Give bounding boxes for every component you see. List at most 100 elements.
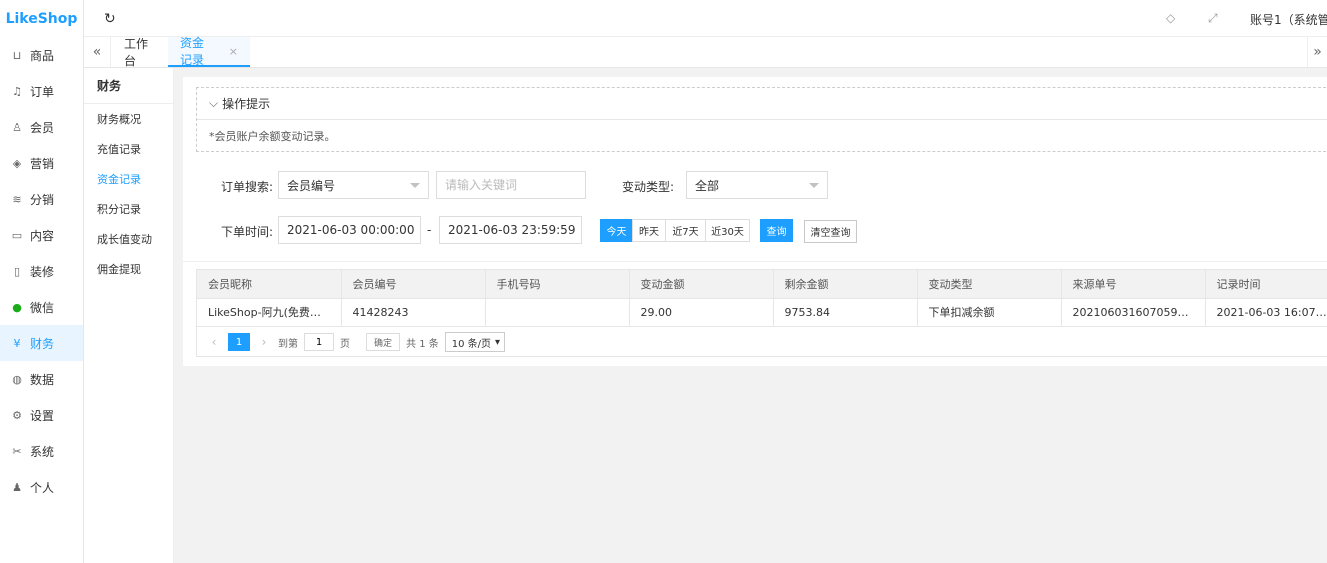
start-time-input[interactable] — [278, 216, 421, 244]
fullscreen-icon[interactable]: ⤢ — [1208, 11, 1218, 26]
nav-item[interactable]: ● 微信 — [0, 289, 83, 325]
nav-item[interactable]: ⚙ 设置 — [0, 397, 83, 433]
column-header: 记录时间 — [1205, 270, 1327, 299]
main-sidebar: LikeShop ⊔ 商品 ♫ 订单 ♙ 会员 ◈ 营销 ≋ 分销 ▭ 内容 ▯ 装修 ● 微信 ¥ 财务 ◍ 数据 ⚙… — [0, 0, 84, 563]
submenu-item[interactable]: 充值记录 — [84, 134, 173, 164]
page-size-select[interactable]: 10 条/页 ▾ — [444, 332, 506, 352]
nav-item[interactable]: ✂ 系统 — [0, 433, 83, 469]
table-cell — [485, 298, 630, 327]
chevron-down-icon: ▾ — [495, 336, 501, 348]
box-icon: ◈ — [12, 156, 22, 170]
gear-icon: ⚙ — [12, 408, 22, 422]
column-header: 剩余金额 — [773, 270, 918, 299]
account-menu[interactable]: 账号1（系统管理 — [1250, 11, 1327, 28]
tab-label: 资金记录 — [180, 36, 205, 67]
nav-item[interactable]: ♟ 个人 — [0, 469, 83, 505]
submenu-item[interactable]: 财务概况 — [84, 104, 173, 134]
app-root: LikeShop ⊔ 商品 ♫ 订单 ♙ 会员 ◈ 营销 ≋ 分销 ▭ 内容 ▯ 装修 ● 微信 ¥ 财务 ◍ 数据 ⚙… — [0, 0, 1327, 563]
quick-7days-button[interactable]: 近7天 — [665, 219, 706, 242]
nav-item-label: 设置 — [30, 408, 55, 423]
refresh-icon[interactable]: ↻ — [104, 11, 118, 27]
goto-confirm-button[interactable]: 确定 — [366, 333, 401, 351]
query-button[interactable]: 查询 — [760, 219, 793, 242]
nav-item-label: 财务 — [30, 336, 55, 351]
page-size-value: 10 条/页 — [451, 338, 492, 350]
change-type-value: 全部 — [695, 178, 720, 193]
change-type-select[interactable]: 全部 — [686, 171, 828, 199]
tab-workbench[interactable]: 工作台 — [112, 37, 168, 68]
nav-item[interactable]: ◈ 营销 — [0, 145, 83, 181]
user-icon: ♙ — [12, 120, 22, 134]
submenu-list: 财务概况 充值记录 资金记录 积分记录 成长值变动 佣金提现 — [84, 104, 173, 284]
page-number[interactable]: 1 — [228, 333, 250, 351]
table-cell: 29.00 — [629, 298, 774, 327]
nav-item[interactable]: ≋ 分销 — [0, 181, 83, 217]
top-header: ↻ ◇ ⤢ 账号1（系统管理 — [84, 0, 1327, 37]
change-type-label: 变动类型: — [622, 180, 675, 194]
nav-item[interactable]: ¥ 财务 — [0, 325, 83, 361]
caret-down-icon — [410, 183, 420, 188]
tabs-scroll-left-icon[interactable]: « — [84, 37, 111, 67]
tabs-scroll-right-icon[interactable]: » — [1307, 37, 1327, 67]
keyword-input[interactable] — [436, 171, 586, 199]
nav-item-label: 数据 — [30, 372, 55, 387]
submenu-item[interactable]: 成长值变动 — [84, 224, 173, 254]
goto-page-input[interactable] — [304, 333, 334, 351]
nav-item[interactable]: ♙ 会员 — [0, 109, 83, 145]
table-cell: 下单扣减余额 — [917, 298, 1062, 327]
quick-30days-button[interactable]: 近30天 — [705, 219, 750, 242]
column-header: 变动类型 — [917, 270, 1062, 299]
tag-icon[interactable]: ◇ — [1166, 11, 1175, 25]
nav-item[interactable]: ▯ 装修 — [0, 253, 83, 289]
nav-item-label: 分销 — [30, 192, 55, 207]
nav-item[interactable]: ⊔ 商品 — [0, 37, 83, 73]
submenu-item[interactable]: 积分记录 — [84, 194, 173, 224]
search-field-value: 会员编号 — [287, 178, 336, 193]
tips-body: *会员账户余额变动记录。 — [209, 130, 336, 143]
quick-today-button[interactable]: 今天 — [600, 219, 633, 242]
tips-header[interactable]: ⌵ 操作提示 — [197, 88, 1327, 120]
nav-item-label: 系统 — [30, 444, 55, 459]
table-cell: LikeShop-阿九(免费领... — [197, 298, 342, 327]
prev-page-icon[interactable]: ‹ — [206, 335, 222, 349]
column-header: 手机号码 — [485, 270, 630, 299]
caret-down-icon — [809, 183, 819, 188]
range-dash: - — [427, 223, 432, 237]
end-time-input[interactable] — [439, 216, 582, 244]
nav-item[interactable]: ◍ 数据 — [0, 361, 83, 397]
bell-icon: ♫ — [12, 84, 22, 98]
table-row: LikeShop-阿九(免费领... 41428243 29.00 9753.84 下单… — [197, 298, 1327, 327]
tab-bar: « 工作台 资金记录 × » — [84, 36, 1327, 68]
nav-item-label: 装修 — [30, 264, 55, 279]
finance-submenu: 财务 财务概况 充值记录 资金记录 积分记录 成长值变动 佣金提现 — [84, 68, 174, 563]
next-page-icon[interactable]: › — [256, 335, 272, 349]
order-time-label: 下单时间: — [221, 225, 274, 239]
column-header: 会员编号 — [341, 270, 486, 299]
table-cell: 2021-06-03 16:07:05 — [1205, 298, 1327, 327]
nav-item-label: 微信 — [30, 300, 55, 315]
table-body: LikeShop-阿九(免费领... 41428243 29.00 9753.84 下单… — [197, 298, 1327, 327]
nav-item-label: 订单 — [30, 84, 55, 99]
tips-panel: ⌵ 操作提示 *会员账户余额变动记录。 — [196, 87, 1327, 152]
page-unit: 页 — [340, 338, 350, 350]
globe-icon: ◍ — [12, 372, 22, 386]
submenu-item[interactable]: 资金记录 — [84, 164, 173, 194]
quick-yesterday-button[interactable]: 昨天 — [632, 219, 666, 242]
submenu-item[interactable]: 佣金提现 — [84, 254, 173, 284]
bus-icon: ▭ — [11, 228, 23, 242]
nav-item[interactable]: ▭ 内容 — [0, 217, 83, 253]
tab-fund-records[interactable]: 资金记录 × — [168, 36, 250, 67]
nav-item[interactable]: ♫ 订单 — [0, 73, 83, 109]
submenu-title: 财务 — [84, 68, 173, 104]
close-icon[interactable]: × — [229, 45, 238, 58]
reset-query-button[interactable]: 清空查询 — [804, 220, 857, 243]
chevron-down-icon: ⌵ — [209, 96, 219, 110]
layers-icon: ≋ — [12, 192, 22, 206]
yen-icon: ¥ — [13, 336, 21, 350]
divider — [183, 261, 1327, 262]
person-icon: ♟ — [12, 480, 22, 494]
column-header: 会员昵称 — [197, 270, 342, 299]
cart-icon: ⊔ — [12, 48, 22, 62]
search-field-select[interactable]: 会员编号 — [278, 171, 429, 199]
table-header-row: 会员昵称 会员编号 手机号码 变动金额 剩余金额 变动类型 来源单号 记录时间 — [197, 270, 1327, 299]
